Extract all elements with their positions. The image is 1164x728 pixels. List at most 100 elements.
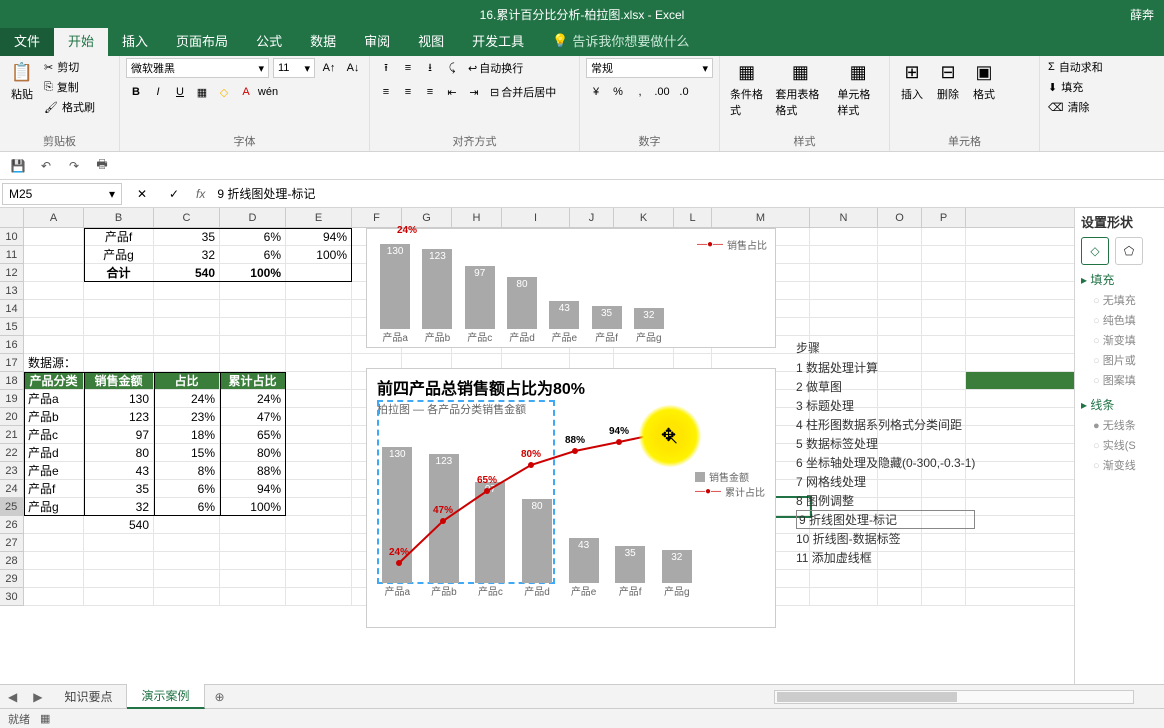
tab-page-layout[interactable]: 页面布局	[162, 25, 242, 56]
chart-sales-ratio[interactable]: —●—销售占比 24% 1301239780433532 产品a产品b产品c产品…	[366, 228, 776, 348]
tab-file[interactable]: 文件	[0, 25, 54, 56]
row-header-11[interactable]: 11	[0, 246, 23, 264]
sheet-tab-knowledge[interactable]: 知识要点	[50, 685, 127, 708]
col-header-B[interactable]: B	[84, 208, 154, 227]
format-painter-button[interactable]: 🖌格式刷	[42, 98, 97, 116]
select-all-corner[interactable]	[0, 208, 24, 227]
col-header-E[interactable]: E	[286, 208, 352, 227]
effects-tab[interactable]: ⬠	[1115, 237, 1143, 265]
col-header-F[interactable]: F	[352, 208, 402, 227]
line-section[interactable]: ▸ 线条	[1081, 396, 1158, 413]
tab-data[interactable]: 数据	[296, 25, 350, 56]
fill-option[interactable]: 渐变填	[1081, 330, 1158, 350]
sheet-nav-prev[interactable]: ◀	[0, 690, 25, 704]
sheet-nav-next[interactable]: ▶	[25, 690, 50, 704]
row-header-21[interactable]: 21	[0, 426, 23, 444]
indent-dec-button[interactable]: ⇤	[442, 82, 462, 102]
sheet-tab-demo[interactable]: 演示案例	[127, 684, 204, 709]
format-cells-button[interactable]: ▣格式	[968, 58, 1000, 104]
paste-button[interactable]: 📋 粘贴	[6, 58, 38, 104]
tab-view[interactable]: 视图	[404, 25, 458, 56]
col-header-M[interactable]: M	[712, 208, 810, 227]
row-header-22[interactable]: 22	[0, 444, 23, 462]
currency-button[interactable]: ¥	[586, 82, 606, 102]
fill-section[interactable]: ▸ 填充	[1081, 271, 1158, 288]
row-header-24[interactable]: 24	[0, 480, 23, 498]
chart-pareto[interactable]: 前四产品总销售额占比为80% 柏拉图 — 各产品分类销售金额 130123978…	[366, 368, 776, 628]
border-button[interactable]: ▦	[192, 82, 212, 102]
print-button[interactable]: 🖶	[92, 156, 112, 176]
formula-text[interactable]: 9 折线图处理-标记	[217, 185, 1156, 202]
col-header-N[interactable]: N	[810, 208, 878, 227]
font-color-button[interactable]: A	[236, 82, 256, 102]
add-sheet-button[interactable]: ⊕	[205, 690, 235, 704]
align-right-button[interactable]: ≡	[420, 82, 440, 102]
col-header-I[interactable]: I	[502, 208, 570, 227]
wrap-text-button[interactable]: ↩自动换行	[464, 58, 527, 78]
horizontal-scrollbar[interactable]	[774, 690, 1134, 704]
cancel-formula-button[interactable]: ✕	[132, 184, 152, 204]
underline-button[interactable]: U	[170, 82, 190, 102]
tab-formulas[interactable]: 公式	[242, 25, 296, 56]
col-header-H[interactable]: H	[452, 208, 502, 227]
row-header-12[interactable]: 12	[0, 264, 23, 282]
row-header-26[interactable]: 26	[0, 516, 23, 534]
macro-record-icon[interactable]: ▦	[40, 712, 50, 725]
row-header-27[interactable]: 27	[0, 534, 23, 552]
table-format-button[interactable]: ▦套用表格格式	[771, 58, 829, 120]
tell-me[interactable]: 💡 告诉我你想要做什么	[538, 25, 703, 56]
fx-icon[interactable]: fx	[196, 187, 205, 201]
fill-option[interactable]: 纯色填	[1081, 310, 1158, 330]
align-middle-button[interactable]: ≡	[398, 58, 418, 78]
row-header-23[interactable]: 23	[0, 462, 23, 480]
row-header-17[interactable]: 17	[0, 354, 23, 372]
tab-home[interactable]: 开始	[54, 25, 108, 56]
clear-button[interactable]: ⌫清除	[1046, 98, 1105, 116]
insert-cells-button[interactable]: ⊞插入	[896, 58, 928, 104]
delete-cells-button[interactable]: ⊟删除	[932, 58, 964, 104]
number-format-select[interactable]: 常规▾	[586, 58, 713, 78]
row-header-16[interactable]: 16	[0, 336, 23, 354]
cell-styles-button[interactable]: ▦单元格样式	[833, 58, 883, 120]
conditional-format-button[interactable]: ▦条件格式	[726, 58, 767, 120]
decrease-decimal-button[interactable]: .0	[674, 82, 694, 102]
row-header-15[interactable]: 15	[0, 318, 23, 336]
undo-button[interactable]: ↶	[36, 156, 56, 176]
row-header-29[interactable]: 29	[0, 570, 23, 588]
comma-button[interactable]: ,	[630, 82, 650, 102]
italic-button[interactable]: I	[148, 82, 168, 102]
tab-insert[interactable]: 插入	[108, 25, 162, 56]
line-option[interactable]: 渐变线	[1081, 455, 1158, 475]
tab-developer[interactable]: 开发工具	[458, 25, 538, 56]
copy-button[interactable]: ⎘复制	[42, 78, 97, 96]
increase-decimal-button[interactable]: .00	[652, 82, 672, 102]
tab-review[interactable]: 审阅	[350, 25, 404, 56]
fill-option[interactable]: 图片或	[1081, 350, 1158, 370]
fill-option[interactable]: 无填充	[1081, 290, 1158, 310]
increase-font-button[interactable]: A↑	[319, 58, 339, 78]
col-header-K[interactable]: K	[614, 208, 674, 227]
save-button[interactable]: 💾	[8, 156, 28, 176]
col-header-J[interactable]: J	[570, 208, 614, 227]
row-header-10[interactable]: 10	[0, 228, 23, 246]
format-shape-pane[interactable]: 设置形状 ◇ ⬠ ▸ 填充 无填充纯色填渐变填图片或图案填 ▸ 线条 无线条实线…	[1074, 208, 1164, 684]
fill-button[interactable]: ⬇填充	[1046, 78, 1105, 96]
line-option[interactable]: 实线(S	[1081, 435, 1158, 455]
cut-button[interactable]: ✂剪切	[42, 58, 97, 76]
fill-option[interactable]: 图案填	[1081, 370, 1158, 390]
row-header-14[interactable]: 14	[0, 300, 23, 318]
col-header-L[interactable]: L	[674, 208, 712, 227]
worksheet[interactable]: ABCDEFGHIJKLMNOP 10111213141516171819202…	[0, 208, 1074, 684]
indent-inc-button[interactable]: ⇥	[464, 82, 484, 102]
align-left-button[interactable]: ≡	[376, 82, 396, 102]
col-header-A[interactable]: A	[24, 208, 84, 227]
autosum-button[interactable]: Σ自动求和	[1046, 58, 1105, 76]
col-header-D[interactable]: D	[220, 208, 286, 227]
row-header-25[interactable]: 25	[0, 498, 23, 516]
col-header-C[interactable]: C	[154, 208, 220, 227]
col-header-O[interactable]: O	[878, 208, 922, 227]
decrease-font-button[interactable]: A↓	[343, 58, 363, 78]
row-header-30[interactable]: 30	[0, 588, 23, 606]
redo-button[interactable]: ↷	[64, 156, 84, 176]
align-bottom-button[interactable]: ⭳	[420, 58, 440, 78]
